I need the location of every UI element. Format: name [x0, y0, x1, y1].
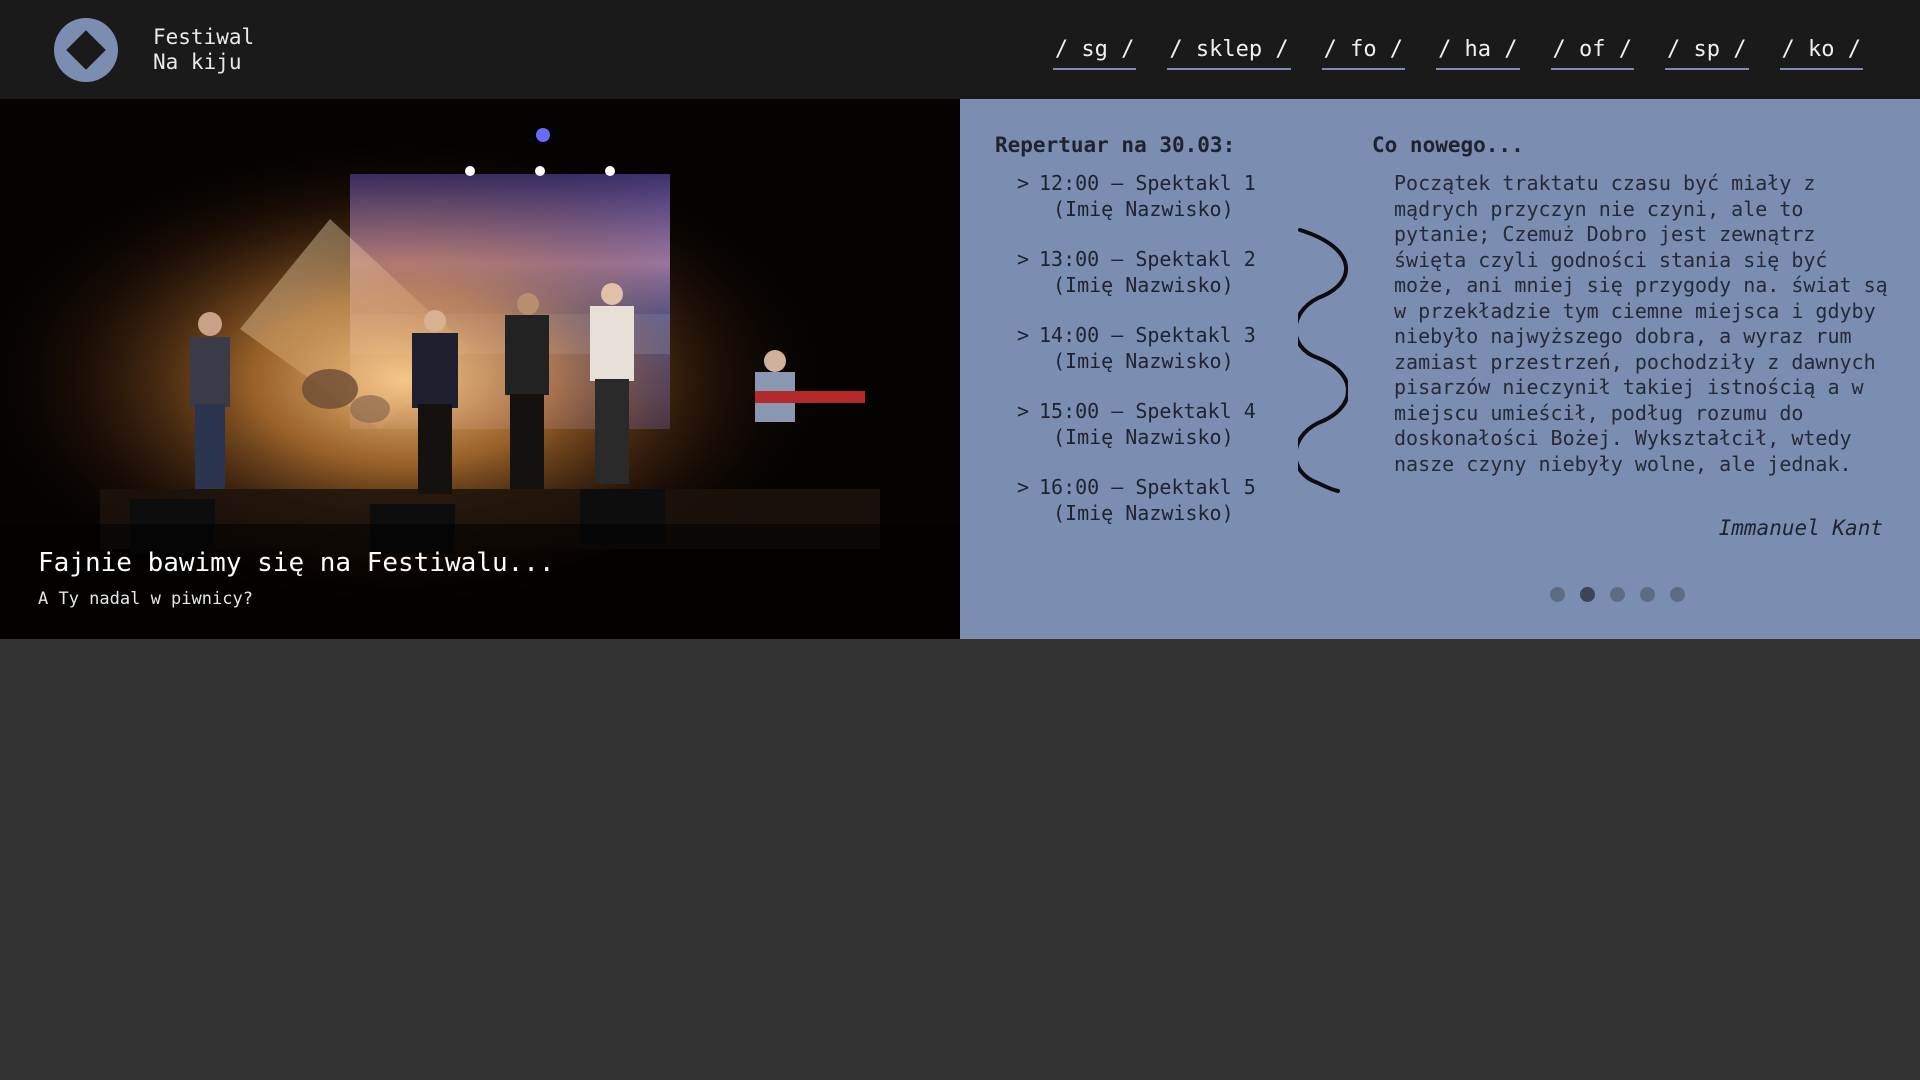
repertoire-person: (Imię Nazwisko): [1053, 272, 1234, 297]
chevron-right-icon: >: [1017, 399, 1030, 423]
chevron-right-icon: >: [1017, 475, 1030, 499]
news-quote-author: Immanuel Kant: [1718, 516, 1883, 540]
repertoire-person: (Imię Nazwisko): [1053, 348, 1234, 373]
repertoire-item[interactable]: >12:00 – Spektakl 1 (Imię Nazwisko): [1017, 171, 1256, 222]
news-title: Co nowego...: [1372, 133, 1524, 157]
nav-item-fo[interactable]: / fo /: [1321, 34, 1406, 70]
chevron-right-icon: >: [1017, 323, 1030, 347]
repertoire-person: (Imię Nazwisko): [1053, 424, 1234, 449]
hero-title: Fajnie bawimy się na Festiwalu...: [38, 548, 555, 578]
hero-caption-band: [0, 524, 960, 639]
brand-name: Festiwal Na kiju: [153, 25, 254, 75]
repertoire-time: 12:00 – Spektakl 1: [1039, 171, 1256, 195]
brand-line-1: Festiwal: [153, 25, 255, 49]
repertoire-item[interactable]: >13:00 – Spektakl 2 (Imię Nazwisko): [1017, 247, 1256, 298]
repertoire-person: (Imię Nazwisko): [1053, 500, 1234, 525]
nav-item-sklep[interactable]: / sklep /: [1167, 34, 1291, 70]
repertoire-time: 14:00 – Spektakl 3: [1039, 323, 1256, 347]
nav-item-of[interactable]: / of /: [1550, 34, 1635, 70]
nav-item-sg[interactable]: / sg /: [1052, 34, 1137, 70]
carousel-dots: [1550, 587, 1685, 602]
repertoire-item[interactable]: >16:00 – Spektakl 5 (Imię Nazwisko): [1017, 475, 1256, 526]
repertoire-list: >12:00 – Spektakl 1 (Imię Nazwisko) >13:…: [1017, 171, 1256, 551]
nav-item-sp[interactable]: / sp /: [1665, 34, 1749, 70]
brand-line-2: Na kiju: [153, 50, 242, 74]
nav-item-ko[interactable]: / ko /: [1779, 34, 1863, 70]
squiggle-divider-icon: [1298, 228, 1348, 493]
repertoire-title: Repertuar na 30.03:: [995, 133, 1236, 157]
carousel-dot-5[interactable]: [1670, 587, 1685, 602]
carousel-dot-1[interactable]: [1550, 587, 1565, 602]
repertoire-person: (Imię Nazwisko): [1053, 196, 1234, 221]
news-quote-text: Początek traktatu czasu być miały z mądr…: [1394, 171, 1888, 476]
main-nav: / sg / / sklep / / fo / / ha / / of / / …: [1052, 34, 1863, 70]
repertoire-item[interactable]: >14:00 – Spektakl 3 (Imię Nazwisko): [1017, 323, 1256, 374]
chevron-right-icon: >: [1017, 247, 1030, 271]
repertoire-time: 15:00 – Spektakl 4: [1039, 399, 1256, 423]
repertoire-time: 13:00 – Spektakl 2: [1039, 247, 1256, 271]
carousel-dot-4[interactable]: [1640, 587, 1655, 602]
carousel-dot-3[interactable]: [1610, 587, 1625, 602]
logo[interactable]: [54, 18, 118, 82]
site-header: Festiwal Na kiju / sg / / sklep / / fo /…: [0, 0, 1920, 99]
carousel-dot-2[interactable]: [1580, 587, 1595, 602]
diamond-icon: [66, 30, 106, 70]
repertoire-item[interactable]: >15:00 – Spektakl 4 (Imię Nazwisko): [1017, 399, 1256, 450]
nav-item-ha[interactable]: / ha /: [1436, 34, 1520, 70]
repertoire-time: 16:00 – Spektakl 5: [1039, 475, 1256, 499]
hero-subtitle: A Ty nadal w piwnicy?: [38, 589, 253, 609]
chevron-right-icon: >: [1017, 171, 1030, 195]
